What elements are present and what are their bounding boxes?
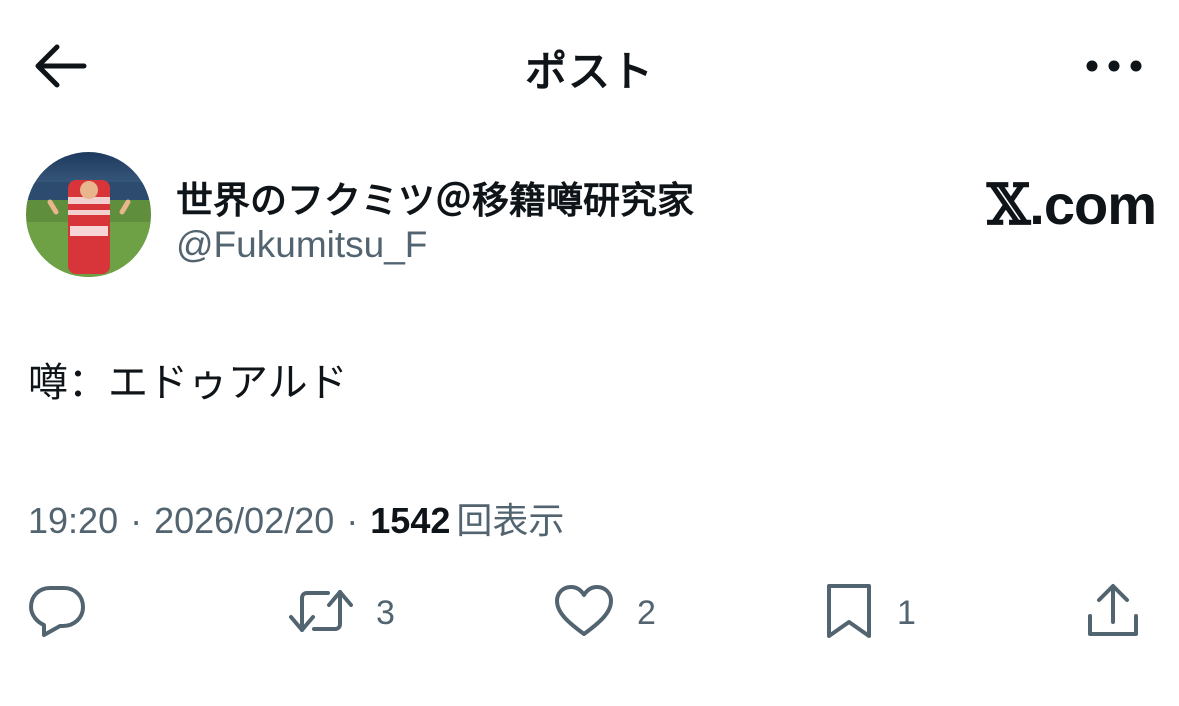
meta-separator: · bbox=[346, 500, 359, 541]
meta-separator: · bbox=[130, 500, 143, 541]
page-title: ポスト bbox=[524, 47, 654, 96]
bookmark-button[interactable]: 1 bbox=[823, 578, 916, 648]
top-bar: ポスト bbox=[0, 0, 1179, 130]
avatar[interactable] bbox=[26, 152, 151, 277]
share-icon bbox=[1085, 582, 1141, 645]
reply-icon bbox=[28, 584, 86, 643]
post-meta: 19:20 · 2026/02/20 · 1542 回表示 bbox=[28, 492, 564, 544]
repost-count: 3 bbox=[376, 593, 395, 632]
like-button[interactable]: 2 bbox=[553, 578, 656, 648]
repost-icon bbox=[288, 584, 354, 643]
user-handle[interactable]: @Fukumitsu_F bbox=[176, 224, 427, 266]
x-logo-icon: 𝕏 bbox=[986, 172, 1030, 238]
post-text: 噂：エドゥアルド bbox=[28, 360, 348, 406]
x-com-watermark: 𝕏.com bbox=[986, 172, 1157, 238]
reply-button[interactable] bbox=[28, 578, 86, 648]
post-date[interactable]: 2026/02/20 bbox=[154, 500, 334, 542]
ellipsis-horizontal-icon bbox=[1084, 59, 1144, 78]
action-bar: 3 2 1 bbox=[0, 578, 1179, 648]
more-options-button[interactable] bbox=[1079, 40, 1149, 96]
like-count: 2 bbox=[637, 593, 656, 632]
display-name[interactable]: 世界のフクミツ＠移籍噂研究家 bbox=[176, 170, 694, 224]
bookmark-icon bbox=[823, 582, 875, 645]
repost-button[interactable]: 3 bbox=[288, 578, 395, 648]
heart-icon bbox=[553, 584, 615, 643]
bookmark-count: 1 bbox=[897, 593, 916, 632]
brand-suffix: .com bbox=[1029, 173, 1157, 236]
author-row: 世界のフクミツ＠移籍噂研究家 @Fukumitsu_F 𝕏.com bbox=[26, 152, 1157, 282]
share-button[interactable] bbox=[1085, 578, 1141, 648]
views-count: 1542 bbox=[370, 500, 451, 541]
post-time[interactable]: 19:20 bbox=[28, 500, 118, 542]
views-label: 回表示 bbox=[456, 501, 565, 542]
